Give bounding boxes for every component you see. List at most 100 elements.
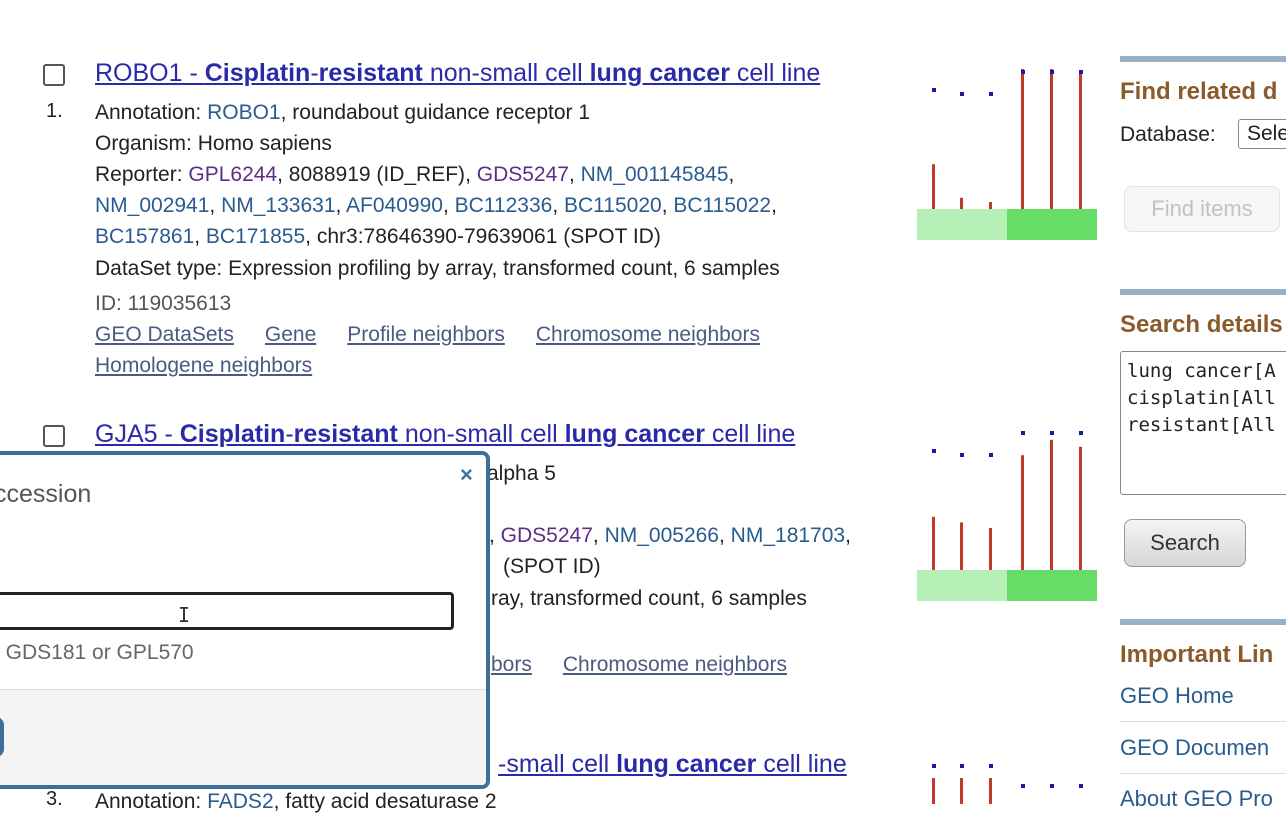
result-checkbox-2[interactable] <box>43 425 65 447</box>
accession-hint: : GDS181 or GPL570 <box>0 641 194 664</box>
link-profile-neighbors[interactable]: Profile neighbors <box>347 323 505 346</box>
close-icon[interactable]: × <box>460 462 473 488</box>
dataset-type-line-partial: ray, transformed count, 6 samples <box>491 587 807 610</box>
chart-point <box>989 453 993 457</box>
dataset-type-line: DataSet type: Expression profiling by ar… <box>95 257 780 280</box>
chart-point <box>960 764 964 768</box>
reporter-link-gds[interactable]: GDS5247 <box>501 524 593 547</box>
chart-bar <box>989 528 992 570</box>
spot-line-partial: (SPOT ID) <box>503 555 601 578</box>
chart-point <box>1050 431 1054 435</box>
chart-base-treated <box>1007 570 1097 601</box>
right-sidebar: Find related d Database: Sele Find items… <box>1120 0 1286 811</box>
reporter-link[interactable]: BC112336 <box>455 194 553 217</box>
expression-chart-1[interactable] <box>917 62 1097 242</box>
find-items-button[interactable]: Find items <box>1124 186 1280 232</box>
reporter-link-gpl[interactable]: GPL6244 <box>188 163 277 186</box>
section-divider <box>1120 619 1286 625</box>
link-geo-documentation[interactable]: GEO Documen <box>1120 735 1269 761</box>
reporter-link[interactable]: AF040990 <box>346 194 443 217</box>
reporter-link[interactable]: BC171855 <box>206 225 305 248</box>
chart-point <box>1021 784 1025 788</box>
chart-point <box>1021 431 1025 435</box>
chart-point <box>989 764 993 768</box>
search-details-textarea[interactable]: lung cancer[A cisplatin[All resistant[Al… <box>1120 351 1286 495</box>
database-select[interactable]: Sele <box>1238 119 1286 149</box>
result-links-row-partial: bors Chromosome neighbors <box>491 653 818 677</box>
accession-input[interactable] <box>0 592 454 630</box>
reporter-line-2: NM_002941, NM_133631, AF040990, BC112336… <box>95 194 777 217</box>
result-title-link-3[interactable]: -small cell lung cancer cell line <box>498 750 847 779</box>
reporter-link[interactable]: NM_133631 <box>221 194 335 217</box>
expression-chart-2[interactable] <box>917 423 1097 603</box>
section-divider <box>1120 56 1286 62</box>
chart-base-control <box>917 570 1007 601</box>
result-links-row: GEO DataSets Gene Profile neighbors Chromos… <box>95 323 791 347</box>
chart-point <box>1050 70 1054 74</box>
chart-point <box>989 92 993 96</box>
link-geo-home[interactable]: GEO Home <box>1120 683 1234 709</box>
chart-point <box>1079 784 1083 788</box>
search-details-heading: Search details <box>1120 311 1283 338</box>
chart-bar <box>960 197 963 209</box>
chart-point <box>960 453 964 457</box>
chart-base-treated <box>1007 209 1097 240</box>
result-title-link-1[interactable]: ROBO1 - Cisplatin-resistant non-small ce… <box>95 59 820 88</box>
link-gene[interactable]: Gene <box>265 323 316 346</box>
text-cursor-icon: I <box>178 603 191 627</box>
reporter-link[interactable]: BC115020 <box>564 194 662 217</box>
link-chromosome-neighbors[interactable]: Chromosome neighbors <box>536 323 760 346</box>
chart-point <box>1079 431 1083 435</box>
link-homologene-neighbors[interactable]: Homologene neighbors <box>95 354 312 377</box>
chart-point <box>932 764 936 768</box>
record-id: ID: 119035613 <box>95 292 232 315</box>
search-button[interactable]: Search <box>1124 519 1246 567</box>
link-chromosome-neighbors[interactable]: Chromosome neighbors <box>563 653 787 676</box>
annotation-line-partial: alpha 5 <box>487 462 556 485</box>
link-about-geo[interactable]: About GEO Pro <box>1120 786 1273 812</box>
chart-point <box>932 449 936 453</box>
chart-base-control <box>917 209 1007 240</box>
reporter-link[interactable]: NM_001145845 <box>581 163 729 186</box>
chart-point <box>1021 70 1025 74</box>
result-title-link-2[interactable]: GJA5 - Cisplatin-resistant non-small cel… <box>95 420 795 449</box>
chart-bar <box>1021 69 1024 209</box>
reporter-link[interactable]: BC115022 <box>673 194 771 217</box>
result-number: 3. <box>46 788 63 810</box>
chart-point <box>1079 70 1083 74</box>
chart-bar <box>1050 69 1053 209</box>
link-profile-neighbors[interactable]: bors <box>491 653 532 676</box>
result-links-row-2: Homologene neighbors <box>95 354 343 378</box>
dialog-submit-button[interactable] <box>0 717 4 757</box>
important-links-heading: Important Lin <box>1120 641 1274 668</box>
chart-bar <box>932 516 935 570</box>
dialog-footer <box>0 689 486 785</box>
dialog-title: ccession <box>0 480 92 508</box>
chart-bar <box>1079 71 1082 209</box>
result-number: 1. <box>46 100 63 122</box>
find-related-heading: Find related d <box>1120 78 1278 105</box>
reporter-line-1: Reporter: GPL6244, 8088919 (ID_REF), GDS… <box>95 163 735 186</box>
annotation-gene-link[interactable]: FADS2 <box>207 790 274 813</box>
chart-bar <box>1021 455 1024 570</box>
organism-line: Organism: Homo sapiens <box>95 132 332 155</box>
chart-bar <box>989 778 992 804</box>
link-separator <box>1120 721 1286 722</box>
reporter-link[interactable]: NM_181703 <box>731 524 845 547</box>
chart-bar <box>989 202 992 209</box>
chart-bar <box>960 522 963 570</box>
expression-chart-3[interactable] <box>917 756 1097 804</box>
reporter-link[interactable]: BC157861 <box>95 225 194 248</box>
link-separator <box>1120 773 1286 774</box>
section-divider <box>1120 289 1286 295</box>
reporter-link-gds[interactable]: GDS5247 <box>477 163 569 186</box>
chart-bar <box>1079 446 1082 570</box>
annotation-gene-link[interactable]: ROBO1 <box>207 101 281 124</box>
reporter-link[interactable]: NM_005266 <box>605 524 719 547</box>
result-checkbox-1[interactable] <box>43 64 65 86</box>
reporter-link[interactable]: NM_002941 <box>95 194 209 217</box>
chart-bar <box>1050 439 1053 570</box>
link-geo-datasets[interactable]: GEO DataSets <box>95 323 234 346</box>
reporter-line-3: BC157861, BC171855, chr3:78646390-796390… <box>95 225 661 248</box>
chart-bar <box>960 778 963 804</box>
